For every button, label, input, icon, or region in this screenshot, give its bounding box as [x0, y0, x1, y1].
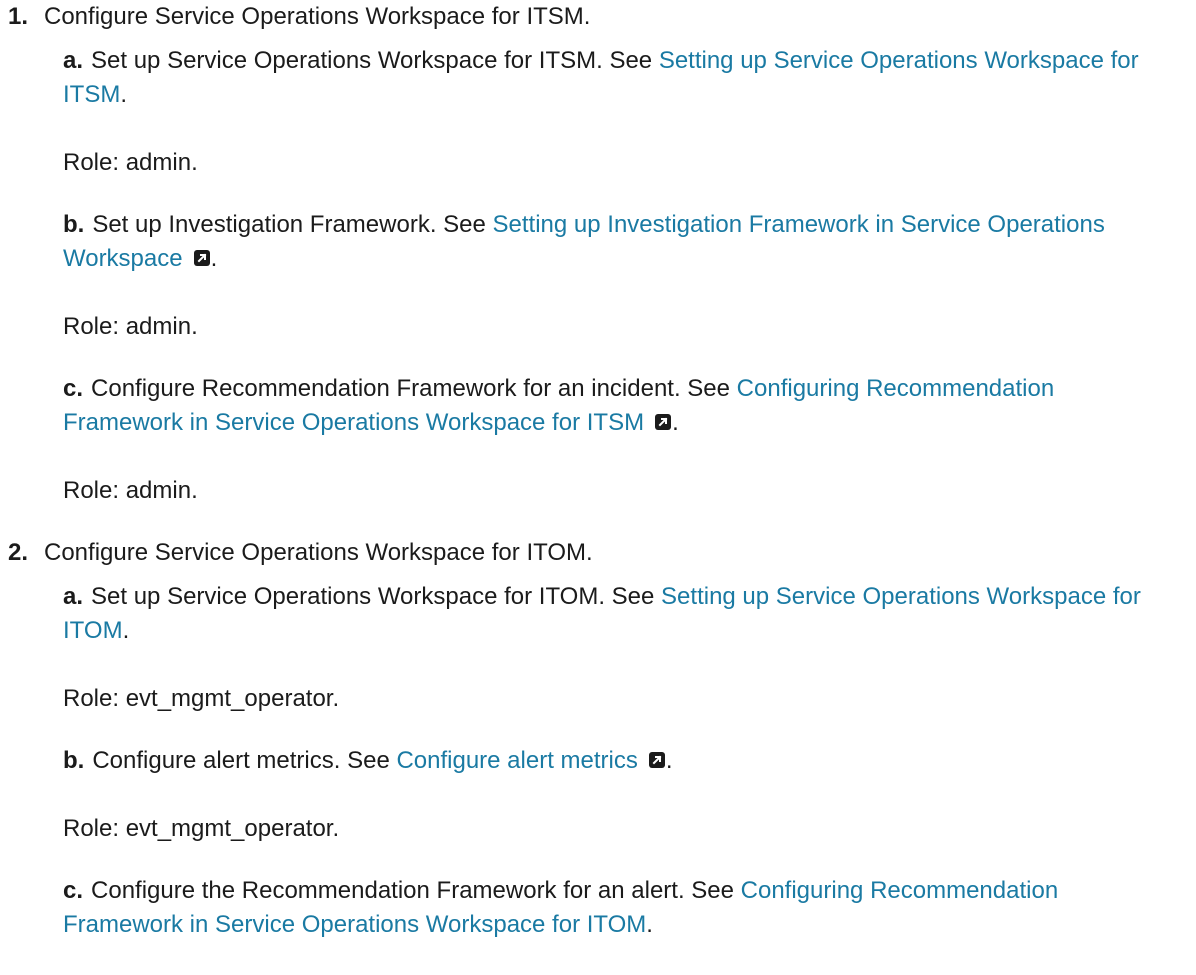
- role-text: Role: admin.: [63, 149, 198, 176]
- role-text: Role: evt_mgmt_operator.: [63, 685, 340, 712]
- substep-end: .: [646, 911, 653, 938]
- substep-text: Set up Service Operations Workspace for …: [91, 583, 662, 610]
- substep-end: .: [665, 747, 673, 774]
- substep-1b: b. Set up Investigation Framework. See Se…: [63, 208, 1196, 344]
- external-link-icon[interactable]: [654, 413, 672, 431]
- step-number: 2.: [8, 539, 29, 566]
- role-text: Role: admin.: [63, 477, 198, 504]
- step-2-heading: 2. Configure Service Operations Workspac…: [8, 536, 1196, 570]
- step-1-heading: 1. Configure Service Operations Workspac…: [8, 0, 1196, 34]
- configure-alert-metrics-link[interactable]: Configure alert metrics: [396, 747, 637, 774]
- substep-text: Set up Service Operations Workspace for …: [91, 47, 659, 74]
- substep-1c: c. Configure Recommendation Framework for…: [63, 372, 1196, 508]
- external-link-icon[interactable]: [193, 249, 211, 267]
- substep-letter: a.: [63, 583, 84, 610]
- step-text: Configure Service Operations Workspace f…: [44, 3, 591, 30]
- substep-letter: c.: [63, 877, 84, 904]
- step-2: 2. Configure Service Operations Workspac…: [0, 536, 1196, 975]
- substep-2b: b. Configure alert metrics. See Configure…: [63, 744, 1196, 846]
- substep-1a: a. Set up Service Operations Workspace fo…: [63, 44, 1196, 180]
- step-text: Configure Service Operations Workspace f…: [44, 539, 593, 566]
- substep-letter: b.: [63, 211, 85, 238]
- substep-letter: c.: [63, 375, 84, 402]
- substep-letter: b.: [63, 747, 85, 774]
- substep-end: .: [672, 409, 679, 436]
- substep-end: .: [122, 617, 130, 644]
- substep-text: Configure Recommendation Framework for a…: [91, 375, 737, 402]
- role-text: Role: admin.: [63, 313, 198, 340]
- role-text: Role: evt_mgmt_operator.: [63, 815, 340, 842]
- substep-list: a. Set up Service Operations Workspace fo…: [63, 44, 1196, 508]
- substep-text: Configure alert metrics. See: [92, 747, 397, 774]
- step-number: 1.: [8, 3, 29, 30]
- substep-list: a. Set up Service Operations Workspace fo…: [63, 580, 1196, 975]
- external-link-icon[interactable]: [648, 751, 666, 769]
- step-1: 1. Configure Service Operations Workspac…: [0, 0, 1196, 508]
- substep-2c: c. Configure the Recommendation Framework…: [63, 874, 1196, 975]
- substep-text: Configure the Recommendation Framework f…: [91, 877, 741, 904]
- substep-text: Set up Investigation Framework. See: [92, 211, 493, 238]
- substep-letter: a.: [63, 47, 84, 74]
- procedure-list: 1. Configure Service Operations Workspac…: [0, 0, 1196, 975]
- substep-end: .: [210, 245, 218, 272]
- substep-end: .: [120, 81, 127, 108]
- substep-2a: a. Set up Service Operations Workspace fo…: [63, 580, 1196, 716]
